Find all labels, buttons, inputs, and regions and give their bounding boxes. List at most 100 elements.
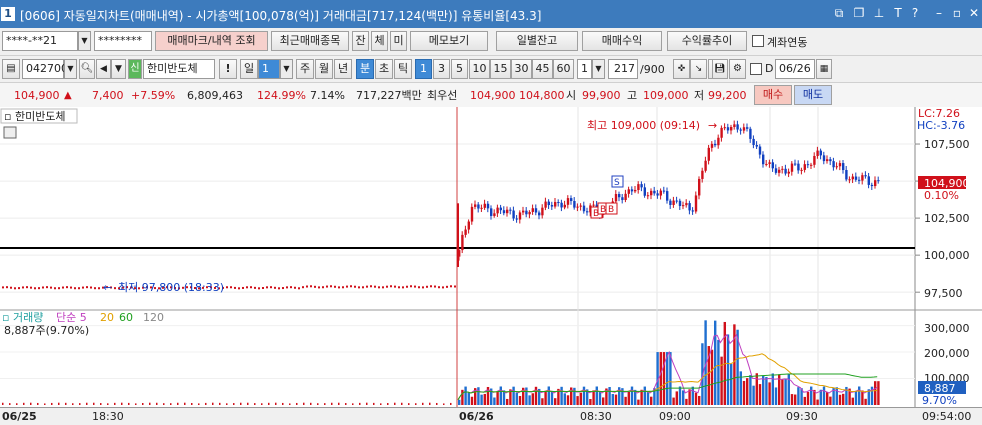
sell-button[interactable]: 매도: [794, 85, 832, 105]
restore-icon[interactable]: ▫: [950, 6, 964, 20]
volume-bar: [550, 390, 554, 405]
table-icon[interactable]: [3, 126, 17, 139]
pre-volume-bar: [135, 403, 137, 405]
min-1-button[interactable]: 1: [415, 59, 432, 79]
x-axis: 06/25 18:30 06/26 08:30 09:00 09:30 09:5…: [0, 407, 982, 425]
unfilled-button[interactable]: 미: [390, 31, 407, 51]
close-icon[interactable]: ✕: [967, 6, 981, 20]
min-10-button[interactable]: 10: [469, 59, 490, 79]
pre-market-dot: [70, 286, 72, 289]
candle-body: [832, 161, 835, 168]
candle-body: [579, 205, 582, 207]
min-45-button[interactable]: 45: [532, 59, 553, 79]
stock-code-field[interactable]: 042700: [22, 59, 68, 79]
vol-tick-200000: 200,000: [924, 347, 970, 360]
volume-bar: [774, 387, 778, 405]
buy-button[interactable]: 매수: [754, 85, 792, 105]
window-title: [0606] 자동일지차트(매매내역) - 시가총액[100,078(억)] 거…: [20, 9, 542, 23]
account-dropdown[interactable]: ▼: [78, 31, 91, 51]
pre-volume-bar: [177, 402, 179, 405]
daily-balance-button[interactable]: 일별잔고: [496, 31, 578, 51]
stock-code-dropdown[interactable]: ▼: [64, 59, 77, 79]
window-icon[interactable]: ❐: [852, 6, 866, 20]
volume-bar: [589, 399, 592, 405]
pre-market-dot: [406, 285, 408, 288]
count-total: /900: [640, 63, 665, 76]
candle-body: [742, 127, 746, 131]
min-60-button[interactable]: 60: [553, 59, 574, 79]
font-icon[interactable]: T: [891, 6, 905, 20]
count-field[interactable]: 217: [608, 59, 638, 79]
pre-market-dot: [318, 286, 320, 289]
interval-field[interactable]: 1: [577, 59, 592, 79]
daily-button[interactable]: 일: [240, 59, 258, 79]
yearly-button[interactable]: 년: [334, 59, 352, 79]
volume-bar: [480, 394, 483, 405]
volume-bar: [464, 386, 467, 405]
cursor-icon[interactable]: ↘: [690, 59, 707, 79]
tick-button[interactable]: 틱: [394, 59, 412, 79]
pre-volume-bar: [429, 402, 431, 405]
volume-bar: [829, 396, 832, 405]
candle-body: [707, 147, 710, 161]
title-bar: 1 [0606] 자동일지차트(매매내역) - 시가총액[100,078(억)]…: [0, 0, 982, 28]
recent-trades-button[interactable]: 최근매매종목: [271, 31, 349, 51]
warning-button[interactable]: !: [219, 59, 237, 79]
chart-svg[interactable]: 107,500 102,500 100,000 97,500 LC:7.26 H…: [0, 107, 982, 407]
min-15-button[interactable]: 15: [490, 59, 511, 79]
link-icon[interactable]: ⧉: [832, 6, 846, 20]
volume-bar: [598, 391, 602, 405]
candle-body: [515, 218, 518, 220]
minimize-icon[interactable]: –: [932, 6, 946, 20]
balance-button[interactable]: 잔: [352, 31, 369, 51]
pre-market-dot: [46, 286, 48, 289]
trade-mark-button[interactable]: 매매마크/내역 조회: [155, 31, 268, 51]
pre-volume-bar: [100, 403, 102, 405]
account-link-checkbox[interactable]: [752, 35, 764, 47]
candle-body: [736, 124, 739, 130]
volume-bar: [592, 390, 595, 405]
candle-body: [803, 164, 806, 170]
min-3-button[interactable]: 3: [433, 59, 450, 79]
return-trend-button[interactable]: 수익률추이: [667, 31, 747, 51]
weekly-button[interactable]: 주: [296, 59, 314, 79]
date-field[interactable]: 06/26: [775, 59, 815, 79]
pre-market-dot: [238, 287, 240, 290]
candle-body: [480, 207, 483, 209]
period-dropdown[interactable]: ▼: [280, 59, 293, 79]
candle-body: [675, 200, 678, 202]
pre-volume-bar: [324, 403, 326, 405]
second-button[interactable]: 초: [375, 59, 393, 79]
calendar-icon[interactable]: ▦: [816, 59, 832, 79]
period-value-field[interactable]: 1: [258, 59, 280, 79]
save-icon[interactable]: 💾︎: [712, 59, 728, 79]
date-checkbox[interactable]: [750, 63, 762, 75]
account-field[interactable]: ****-**21: [2, 31, 78, 51]
pre-market-dot: [326, 285, 328, 288]
search-icon[interactable]: 🔍︎: [79, 59, 95, 79]
candle-body: [669, 200, 672, 205]
prev-icon[interactable]: ◀: [96, 59, 111, 79]
volume-bar: [810, 386, 813, 405]
candle-body: [547, 201, 550, 206]
pre-market-dot: [34, 287, 36, 290]
pin-icon[interactable]: ⊥: [872, 6, 886, 20]
layout-icon[interactable]: ▤: [2, 59, 20, 79]
password-field[interactable]: ********: [94, 31, 152, 51]
min-30-button[interactable]: 30: [511, 59, 532, 79]
pre-volume-bar: [9, 403, 11, 405]
executed-button[interactable]: 체: [371, 31, 388, 51]
next-icon[interactable]: ▼: [111, 59, 126, 79]
min-5-button[interactable]: 5: [451, 59, 468, 79]
interval-dropdown[interactable]: ▼: [592, 59, 605, 79]
help-icon[interactable]: ?: [908, 6, 922, 20]
chart-area[interactable]: 107,500 102,500 100,000 97,500 LC:7.26 H…: [0, 107, 982, 407]
crosshair-icon[interactable]: ✜: [673, 59, 690, 79]
buy-mark-3-text: B: [608, 205, 614, 215]
volume-bar: [854, 391, 858, 405]
trade-profit-button[interactable]: 매매수익: [582, 31, 662, 51]
gear-icon[interactable]: ⚙: [729, 59, 746, 79]
memo-button[interactable]: 메모보기: [410, 31, 488, 51]
monthly-button[interactable]: 월: [315, 59, 333, 79]
minute-button[interactable]: 분: [356, 59, 374, 79]
